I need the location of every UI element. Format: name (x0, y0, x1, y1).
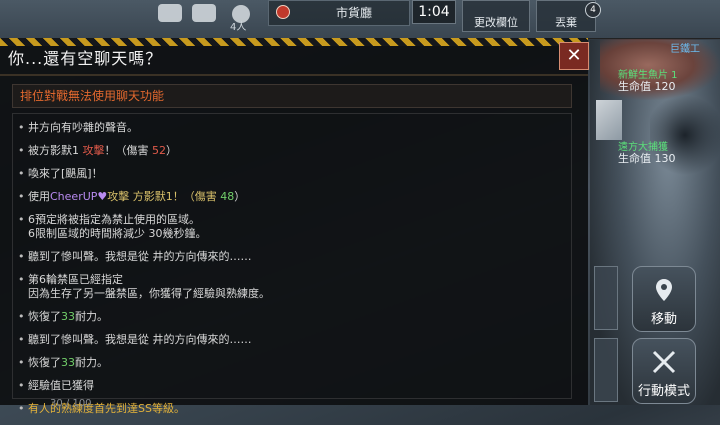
top-bar: 4人 市貨廳 1:04 更改欄位 丟棄 4 (0, 0, 720, 39)
message-log[interactable]: 井方向有吵雜的聲音。 被方影默1 攻擊！（傷害 52） 喚來了[颶風]！ 使用C… (18, 121, 558, 425)
log-line: 使用CheerUP♥攻擊 方影默1！（傷害 48） (18, 190, 558, 204)
npc-hp-2: 生命值 120 (618, 80, 676, 93)
log-line: 恢復了33耐力。 (18, 356, 558, 370)
side-panel-tab-1[interactable] (594, 266, 618, 330)
log-line: 被方影默1 攻擊！（傷害 52） (18, 144, 558, 158)
move-label: 移動 (650, 312, 677, 327)
log-line: 聽到了慘叫聲。我想是從 井的方向傳來的…… (18, 333, 558, 347)
log-line: 喚來了[颶風]！ (18, 167, 558, 181)
npc-name-1: 巨鐵工 (670, 44, 700, 55)
action-mode-label: 行動模式 (637, 384, 690, 399)
location-pin-icon (276, 5, 290, 19)
side-panel-tab-2[interactable] (594, 338, 618, 402)
scene-crate (596, 100, 622, 140)
log-line: 6預定將被指定為禁止使用的區域。6限制區域的時間將減少 30幾秒鐘。 (18, 213, 558, 241)
crossed-swords-icon (652, 350, 676, 374)
log-line: 有人的熟練度首先到達SS等級。 (18, 402, 558, 416)
npc-hp-3: 生命值 130 (618, 152, 676, 165)
scene-shadow (650, 90, 720, 180)
title-divider (0, 74, 588, 76)
modal-title: 你...還有空聊天嗎？ (8, 49, 163, 68)
log-line: 聽到了慘叫聲。我想是從 井的方向傳來的…… (18, 250, 558, 264)
player-count: 4人 (230, 22, 247, 33)
emote-icon[interactable] (158, 4, 182, 22)
log-line: 恢復了33耐力。 (18, 310, 558, 324)
chat-disabled-notice: 排位對戰無法使用聊天功能 (20, 89, 165, 103)
close-button[interactable]: ✕ (559, 42, 589, 70)
log-line: 井方向有吵雜的聲音。 (18, 121, 558, 135)
notification-badge: 4 (585, 2, 601, 18)
location-name: 市貨廳 (336, 6, 373, 20)
chat-icon[interactable] (192, 4, 216, 22)
map-pin-icon (656, 279, 672, 301)
log-line: 經驗值已獲得 (18, 379, 558, 393)
action-mode-button[interactable]: 行動模式 (632, 338, 696, 404)
rank-slot-button[interactable]: 更改欄位 (462, 0, 530, 32)
log-line: 第6輪禁區已經指定因為生存了另一盤禁區，你獲得了經驗與熟練度。 (18, 273, 558, 301)
match-timer: 1:04 (412, 0, 456, 24)
stamina-readout: 30 / 100 (50, 398, 92, 409)
move-button[interactable]: 移動 (632, 266, 696, 332)
